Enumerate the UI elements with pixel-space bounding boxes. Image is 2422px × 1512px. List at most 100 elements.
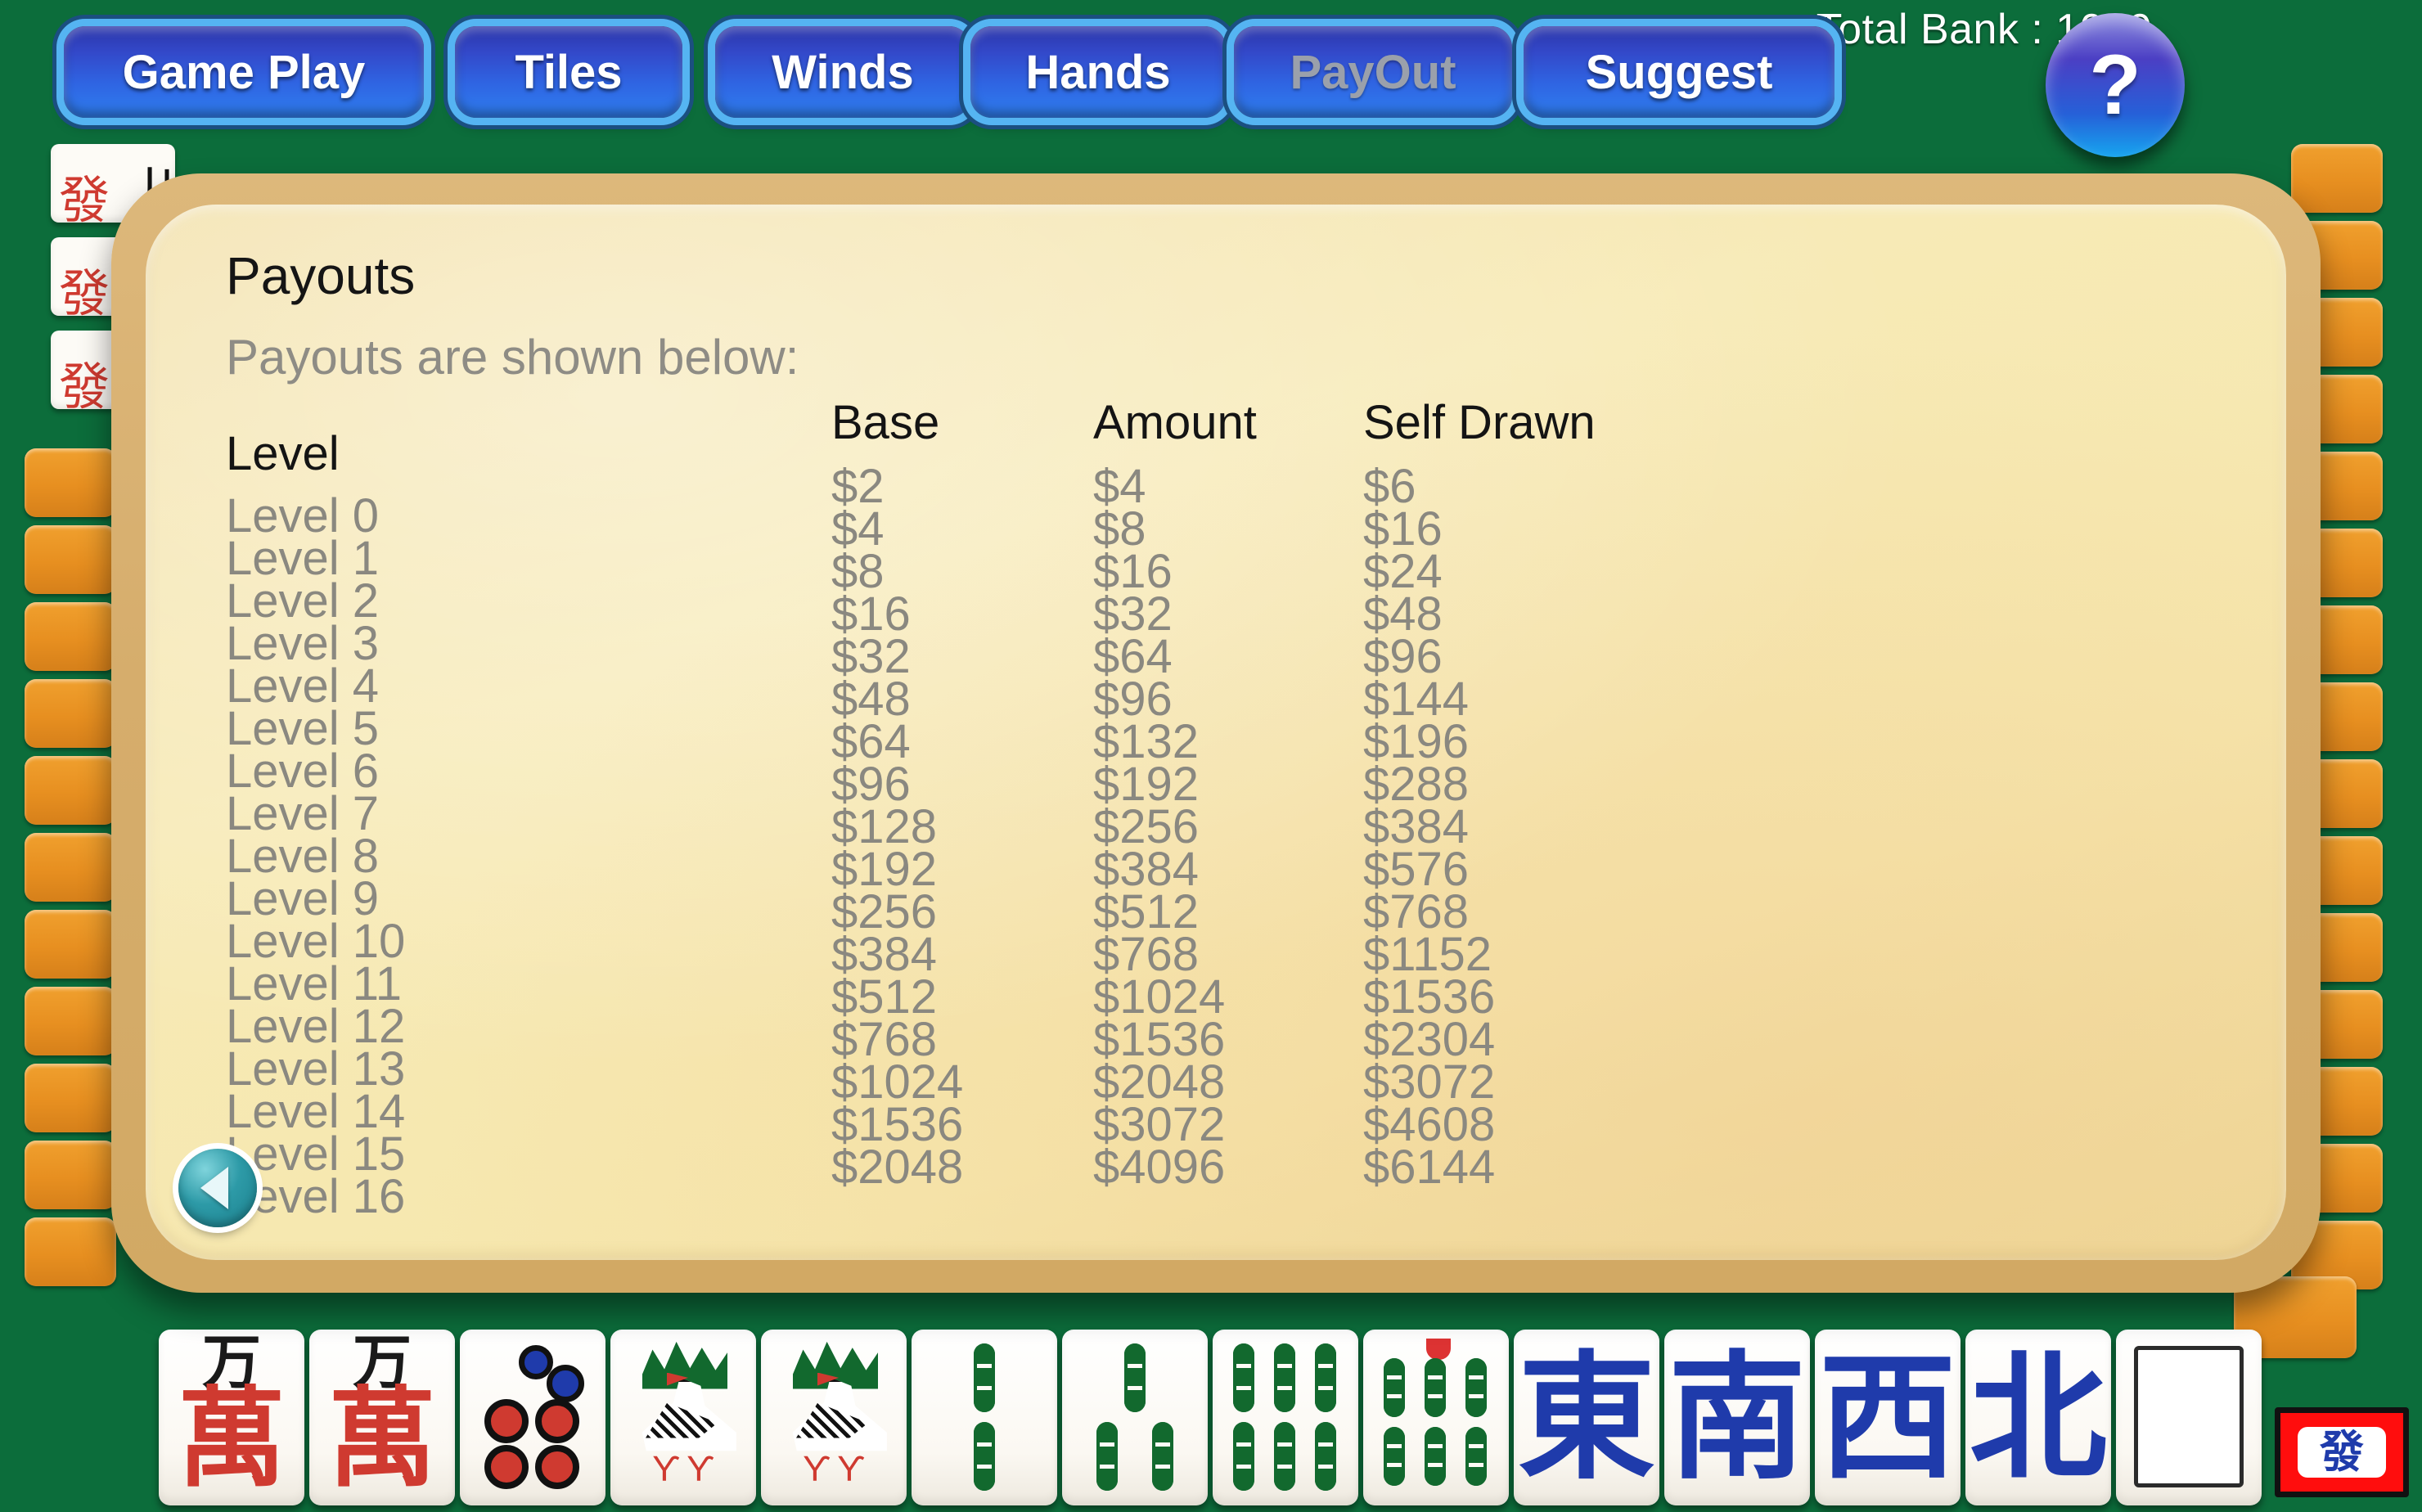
bamboo-stick <box>974 1421 995 1491</box>
wall-tile-back <box>25 910 116 979</box>
tile-wind-south[interactable]: 南 <box>1664 1330 1810 1505</box>
column-header-amount: Amount <box>1093 396 1257 449</box>
nav-button-suggest[interactable]: Suggest <box>1524 26 1835 118</box>
amount-cell: $512 <box>1093 885 1200 938</box>
nav-button-winds[interactable]: Winds <box>715 26 970 118</box>
bamboo-stick <box>1465 1426 1487 1486</box>
level-cell: Level 5 <box>226 702 380 755</box>
bamboo-stick <box>974 1343 995 1412</box>
base-cell: $256 <box>831 885 938 938</box>
base-cell: $768 <box>831 1013 938 1066</box>
wind-glyph-south: 南 <box>1668 1337 1806 1498</box>
blank-tile-frame <box>2134 1346 2244 1487</box>
tile-wind-west[interactable]: 西 <box>1815 1330 1961 1505</box>
self-drawn-cell: $1536 <box>1363 970 1496 1024</box>
level-cell: Level 11 <box>226 957 402 1010</box>
amount-cells: $4 $8 $16 $32 $64 $96 $132 $192 $256 $384 $512 $768… <box>1093 460 1355 1191</box>
bamboo-stick <box>1384 1426 1405 1486</box>
back-button[interactable] <box>178 1149 257 1227</box>
level-cell: Level 12 <box>226 1000 406 1053</box>
self-drawn-cell: $1152 <box>1363 928 1492 981</box>
amount-cell: $1024 <box>1093 970 1226 1024</box>
nav-button-payout[interactable]: PayOut <box>1234 26 1512 118</box>
tile-bamboo-7[interactable] <box>1363 1330 1509 1505</box>
tile-blank[interactable] <box>2116 1330 2262 1505</box>
self-drawn-cell: $196 <box>1363 715 1470 768</box>
tile-character-wan-b[interactable]: 万 萬 <box>309 1330 455 1505</box>
column-header-base: Base <box>831 396 940 449</box>
column-level: Level Level 0 Level 1 Level 2 Level 3 Level … <box>226 427 684 1221</box>
indicator-glyph: 發 <box>2298 1427 2386 1478</box>
nav-button-hands[interactable]: Hands <box>970 26 1226 118</box>
level-cell: Level 6 <box>226 745 380 798</box>
base-cell: $4 <box>831 502 885 556</box>
amount-cell: $2048 <box>1093 1055 1226 1109</box>
level-cell: Level 4 <box>226 659 380 713</box>
base-cell: $8 <box>831 545 885 598</box>
bamboo-stick <box>1096 1421 1118 1491</box>
level-cell: Level 2 <box>226 574 380 628</box>
bamboo-stick <box>1124 1343 1146 1412</box>
tile-bamboo-2[interactable] <box>912 1330 1057 1505</box>
wall-tile-back <box>25 833 116 902</box>
dialog-subtitle: Payouts are shown below: <box>226 330 799 385</box>
self-drawn-cell: $144 <box>1363 673 1470 726</box>
tile-wind-east[interactable]: 東 <box>1514 1330 1659 1505</box>
wall-tile-back <box>25 756 116 825</box>
dot-circle <box>484 1444 529 1489</box>
wall-tile-back <box>25 679 116 748</box>
wind-glyph-north: 北 <box>1970 1337 2107 1498</box>
base-cell: $2 <box>831 460 885 513</box>
tile-bamboo-3[interactable] <box>1062 1330 1208 1505</box>
tile-dots-5[interactable] <box>460 1330 606 1505</box>
base-cell: $384 <box>831 928 938 981</box>
amount-cell: $64 <box>1093 630 1173 683</box>
wind-glyph-east: 東 <box>1518 1337 1655 1498</box>
level-cell: Level 8 <box>226 830 380 883</box>
wall-tile-back <box>25 1064 116 1132</box>
self-drawn-cell: $48 <box>1363 587 1443 641</box>
bamboo-stick <box>1152 1421 1173 1491</box>
nav-button-tiles[interactable]: Tiles <box>455 26 682 118</box>
column-amount: Amount $4 $8 $16 $32 $64 $96 $132 $192 $256 $384 $… <box>1093 396 1355 1191</box>
wall-tile-back <box>25 987 116 1055</box>
payouts-dialog-body: Payouts Payouts are shown below: Level L… <box>146 205 2286 1260</box>
self-drawn-cell: $288 <box>1363 758 1470 811</box>
dot-circle <box>519 1344 553 1379</box>
tile-bamboo-6[interactable] <box>1213 1330 1358 1505</box>
base-cell: $128 <box>831 800 938 853</box>
amount-cell: $132 <box>1093 715 1200 768</box>
base-cell: $2048 <box>831 1141 964 1194</box>
level-cell: Level 0 <box>226 489 380 542</box>
amount-cell: $16 <box>1093 545 1173 598</box>
nav-button-game-play[interactable]: Game Play <box>64 26 424 118</box>
help-glyph: ? <box>2089 37 2141 133</box>
dot-circle <box>535 1444 579 1489</box>
tile-bamboo-1-a[interactable]: ϒϒ <box>610 1330 756 1505</box>
self-drawn-cell: $576 <box>1363 843 1470 896</box>
wall-tile-back <box>25 448 116 517</box>
self-drawn-cell: $6144 <box>1363 1141 1496 1194</box>
tile-character-wan-a[interactable]: 万 萬 <box>159 1330 304 1505</box>
bamboo-stick <box>1425 1426 1446 1486</box>
amount-cell: $4 <box>1093 460 1146 513</box>
dialog-title: Payouts <box>226 246 416 305</box>
bamboo-stick <box>1315 1343 1336 1412</box>
tile-bamboo-1-b[interactable]: ϒϒ <box>761 1330 907 1505</box>
wall-tile-back <box>25 1217 116 1286</box>
self-drawn-cell: $3072 <box>1363 1055 1496 1109</box>
column-header-level: Level <box>226 427 340 480</box>
nav-button-label: Hands <box>1025 45 1171 99</box>
self-drawn-cell: $768 <box>1363 885 1470 938</box>
tile-wind-north[interactable]: 北 <box>1965 1330 2111 1505</box>
bamboo-stick <box>1274 1421 1295 1491</box>
dot-circle <box>535 1398 579 1443</box>
level-cell: Level 9 <box>226 872 380 925</box>
amount-cell: $384 <box>1093 843 1200 896</box>
help-icon[interactable]: ? <box>2046 13 2185 157</box>
base-cells: $2 $4 $8 $16 $32 $48 $64 $96 $128 $192 $256 $384 $51… <box>831 460 1077 1194</box>
indicator-tile[interactable]: 發 <box>2275 1407 2409 1497</box>
base-cell: $1536 <box>831 1098 964 1151</box>
self-drawn-cell: $6 <box>1363 460 1416 513</box>
nav-button-label: PayOut <box>1290 45 1456 99</box>
